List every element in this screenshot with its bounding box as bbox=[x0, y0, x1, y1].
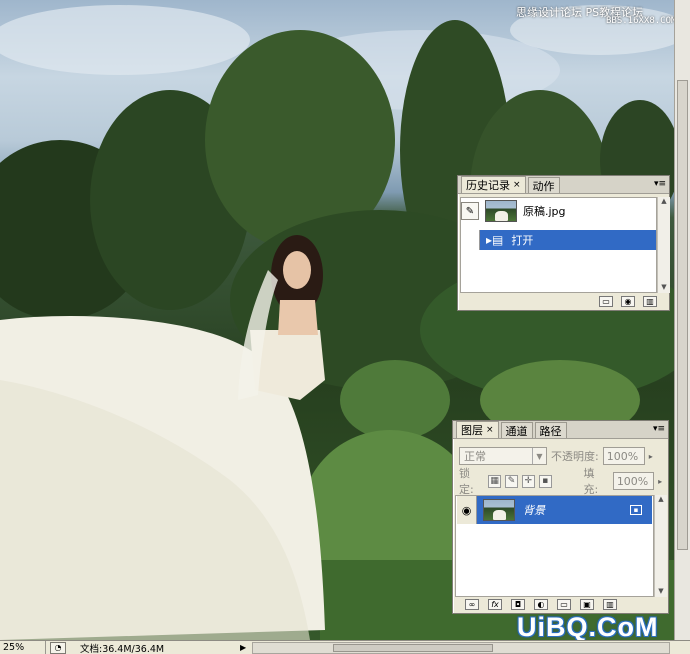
close-icon[interactable]: × bbox=[513, 180, 521, 190]
layer-row-background[interactable]: ◉ 背景 ▪ bbox=[457, 496, 652, 524]
lock-all-icon[interactable]: ▪ bbox=[538, 474, 552, 488]
canvas-vertical-scrollbar[interactable] bbox=[674, 0, 690, 640]
tab-label: 图层 bbox=[461, 424, 483, 437]
new-layer-icon[interactable]: ▣ bbox=[580, 598, 594, 610]
tab-actions[interactable]: 动作 bbox=[527, 177, 560, 193]
fill-field[interactable]: 100% bbox=[612, 472, 655, 490]
close-icon[interactable]: × bbox=[486, 425, 494, 435]
tab-paths[interactable]: 路径 bbox=[534, 422, 567, 438]
trash-icon[interactable]: ▥ bbox=[603, 598, 617, 610]
adjustment-icon[interactable]: ◐ bbox=[534, 598, 548, 610]
doc-info: 文档:36.4M/36.4M bbox=[80, 643, 165, 654]
panel-menu-icon[interactable]: ▾≡ bbox=[653, 424, 665, 434]
folder-icon[interactable]: ▭ bbox=[557, 598, 571, 610]
lock-position-icon[interactable]: ✛ bbox=[521, 474, 535, 488]
mask-icon[interactable]: ◘ bbox=[511, 598, 525, 610]
layers-tabs: 图层 × 通道 路径 ▾≡ bbox=[453, 421, 668, 439]
opacity-spinner-icon[interactable]: ▸ bbox=[649, 452, 659, 461]
navigator-icon[interactable]: ◔ bbox=[50, 641, 66, 654]
fx-icon[interactable]: fx bbox=[488, 598, 502, 610]
canvas-horizontal-scrollbar[interactable] bbox=[252, 641, 670, 654]
tab-channels[interactable]: 通道 bbox=[500, 422, 533, 438]
blend-mode-value: 正常 bbox=[464, 450, 486, 463]
status-bar: 25% ◔ 文档:36.4M/36.4M ▶ bbox=[0, 640, 690, 654]
scroll-thumb[interactable] bbox=[677, 80, 688, 550]
history-source-checkbox[interactable] bbox=[462, 230, 480, 250]
blend-opacity-row: 正常 ▼ 不透明度: 100% ▸ bbox=[459, 446, 659, 466]
history-panel: 历史记录 × 动作 ▾≡ ✎ 原稿.jpg ▸▤ 打开 ▲ ▼ ▭ ◉ ▥ bbox=[457, 175, 670, 311]
tab-layers[interactable]: 图层 × bbox=[456, 421, 499, 438]
snapshot-name: 原稿.jpg bbox=[523, 205, 566, 218]
eye-icon[interactable]: ◉ bbox=[457, 496, 477, 524]
lock-transparency-icon[interactable]: ▦ bbox=[488, 474, 502, 488]
snapshot-row[interactable]: ✎ 原稿.jpg bbox=[461, 198, 656, 224]
layer-name: 背景 bbox=[523, 504, 545, 517]
opacity-value: 100% bbox=[606, 449, 639, 463]
scroll-up-icon[interactable]: ▲ bbox=[658, 197, 670, 207]
layers-panel: 图层 × 通道 路径 ▾≡ 正常 ▼ 不透明度: 100% ▸ 锁定: ▦ ✎ … bbox=[452, 420, 669, 614]
history-scrollbar[interactable]: ▲ ▼ bbox=[657, 197, 670, 293]
tab-label: 动作 bbox=[532, 179, 555, 193]
lock-fill-row: 锁定: ▦ ✎ ✛ ▪ 填充: 100% ▸ bbox=[459, 467, 668, 496]
layers-footer: ∞ fx ◘ ◐ ▭ ▣ ▥ bbox=[453, 595, 668, 613]
trash-icon[interactable]: ▥ bbox=[643, 295, 657, 307]
layer-thumbnail bbox=[483, 499, 515, 521]
snapshot-thumbnail bbox=[485, 200, 517, 222]
status-menu-arrow-icon[interactable]: ▶ bbox=[240, 643, 252, 652]
zoom-field[interactable]: 25% bbox=[0, 641, 46, 654]
fill-label: 填充: bbox=[583, 467, 599, 496]
fill-value: 100% bbox=[616, 474, 649, 488]
lock-icon: ▪ bbox=[630, 505, 642, 515]
history-footer: ▭ ◉ ▥ bbox=[458, 292, 669, 310]
camera-icon[interactable]: ◉ bbox=[621, 295, 635, 307]
history-step-label: 打开 bbox=[511, 234, 534, 247]
opacity-label: 不透明度: bbox=[551, 450, 599, 463]
history-brush-icon[interactable]: ✎ bbox=[461, 202, 479, 220]
tab-label: 通道 bbox=[505, 424, 528, 438]
open-document-icon: ▸▤ bbox=[486, 233, 504, 247]
layers-scrollbar[interactable]: ▲ ▼ bbox=[654, 495, 667, 597]
chevron-down-icon: ▼ bbox=[532, 448, 546, 464]
scroll-thumb[interactable] bbox=[333, 643, 493, 652]
scroll-up-icon[interactable]: ▲ bbox=[655, 495, 667, 505]
fill-spinner-icon[interactable]: ▸ bbox=[658, 477, 668, 486]
tab-label: 路径 bbox=[539, 424, 562, 438]
lock-label: 锁定: bbox=[459, 467, 474, 496]
lock-pixels-icon[interactable]: ✎ bbox=[505, 474, 518, 488]
link-icon[interactable]: ∞ bbox=[465, 598, 479, 610]
panel-menu-icon[interactable]: ▾≡ bbox=[654, 179, 666, 189]
tab-label: 历史记录 bbox=[466, 179, 510, 192]
blend-mode-select[interactable]: 正常 ▼ bbox=[459, 447, 547, 465]
watermark-bottom: UiBQ.CoM bbox=[517, 612, 659, 642]
watermark-top-url: BBS.16XX8.COM bbox=[606, 16, 677, 26]
history-tabs: 历史记录 × 动作 ▾≡ bbox=[458, 176, 669, 194]
tab-history[interactable]: 历史记录 × bbox=[461, 176, 526, 193]
history-step-open[interactable]: ▸▤ 打开 bbox=[462, 230, 656, 250]
opacity-field[interactable]: 100% bbox=[602, 447, 645, 465]
new-document-icon[interactable]: ▭ bbox=[599, 295, 613, 307]
